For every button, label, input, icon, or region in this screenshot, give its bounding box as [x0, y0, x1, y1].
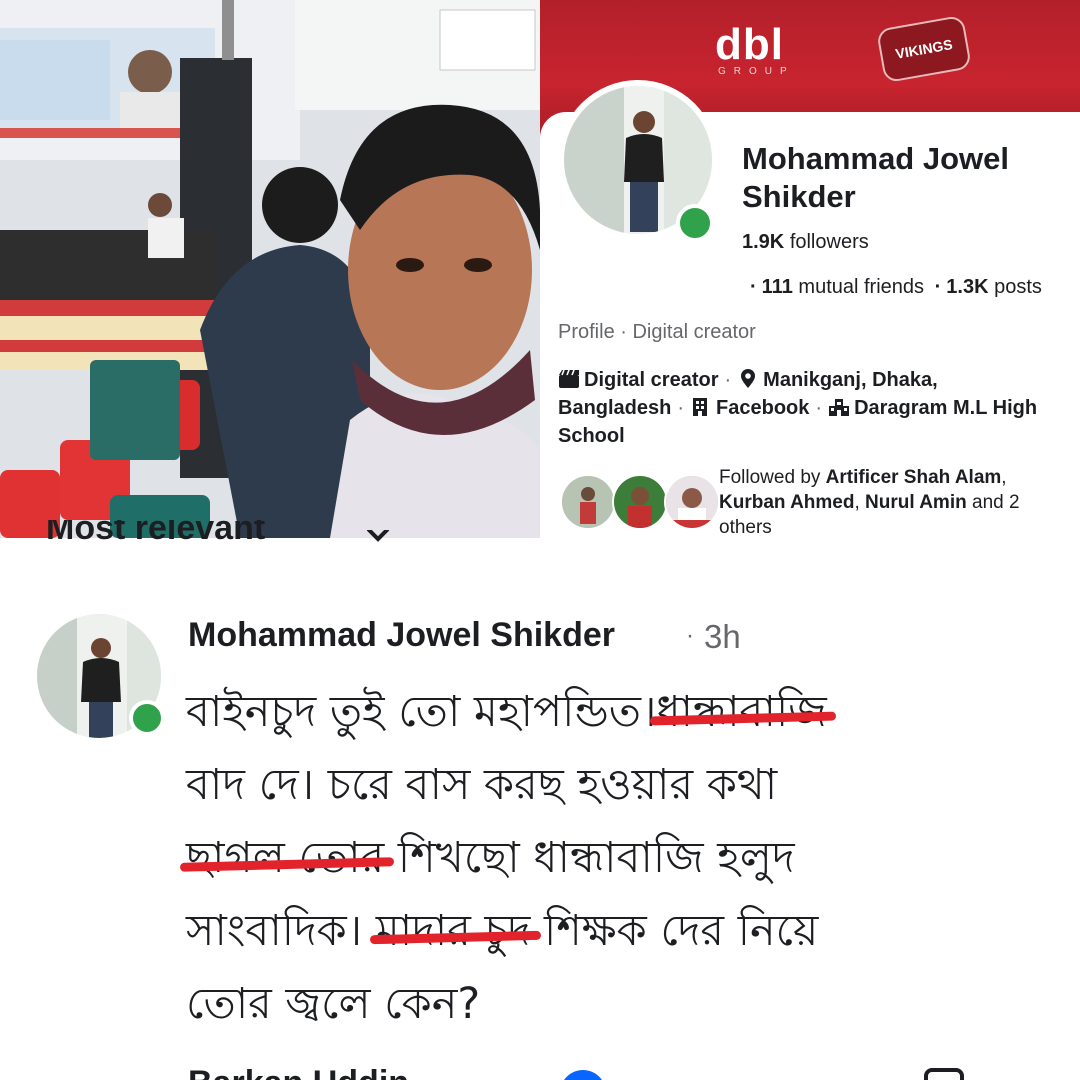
comment-text: বাইনচুদ তুই তো মহাপন্ডিত।ধান্ধাবাজি বাদ … [186, 676, 986, 1041]
mutual-avatar-3 [664, 474, 720, 530]
mutual-avatar-1 [560, 474, 616, 530]
comment-text-segment: বাইনচুদ তুই তো মহাপন্ডিত। [186, 687, 657, 737]
next-comment-peek: Barkan Uddin [188, 1062, 968, 1080]
profile-stats: · 111 mutual friends · 1.3K posts [750, 276, 1042, 298]
followed-by-text[interactable]: Followed by Artificer Shah Alam, Kurban … [719, 465, 1074, 540]
followers-count[interactable]: 1.9K followers [742, 231, 869, 254]
profile-type: Profile · Digital creator [558, 321, 756, 343]
comment-text-segment: বাদ দে। চরে বাস করছ হওয়ার কথা [186, 760, 778, 810]
chevron-down-icon[interactable] [366, 530, 390, 550]
more-icon[interactable] [924, 1068, 964, 1080]
workplace-icon [693, 398, 708, 416]
mutual-avatar-2 [612, 474, 668, 530]
comment-line-2: বাদ দে। চরে বাস করছ হওয়ার কথা [186, 749, 986, 822]
followed-by-name-1[interactable]: Artificer Shah Alam [826, 467, 1002, 488]
profile-details: Digital creator · Manikganj, Dhaka, Bangl… [558, 369, 1038, 447]
comment-online-indicator [129, 700, 165, 736]
comment-timestamp[interactable]: · 3h [686, 618, 741, 656]
followers-label: followers [789, 231, 869, 253]
censored-word: মাদার চুদ [376, 895, 531, 968]
profile-online-indicator [676, 204, 714, 242]
next-comment-author[interactable]: Barkan Uddin [188, 1064, 409, 1080]
posts-label[interactable]: posts [994, 276, 1042, 298]
comment-sort-dropdown[interactable]: Most relevant [46, 520, 265, 558]
followed-by-name-3[interactable]: Nurul Amin [865, 492, 967, 513]
cover-team-badge: VIKINGS [875, 14, 973, 84]
comment-text-segment: সাংবাদিক। [186, 906, 376, 956]
comment-line-5: তোর জ্বলে কেন? [186, 968, 986, 1041]
comment-text-segment: শিখছো ধান্ধাবাজি হলুদ [384, 833, 795, 883]
comment-text-segment: শিক্ষক দের নিয়ে [530, 906, 819, 956]
school-icon [829, 399, 850, 416]
followers-number: 1.9K [742, 231, 785, 253]
clapperboard-icon [559, 369, 579, 388]
detail-work[interactable]: Facebook [716, 397, 809, 419]
comment-time-value: 3h [704, 618, 741, 655]
detail-category: Digital creator [584, 369, 719, 391]
profile-name[interactable]: Mohammad Jowel Shikder [742, 140, 1072, 216]
profile-preview-card[interactable]: dbl GROUP VIKINGS Mohammad Jowel Shikder… [540, 0, 1080, 540]
mutual-friends-label[interactable]: mutual friends [798, 276, 924, 298]
comment-line-4: সাংবাদিক। মাদার চুদ শিক্ষক দের নিয়ে [186, 895, 986, 968]
comment-line-1: বাইনচুদ তুই তো মহাপন্ডিত।ধান্ধাবাজি [186, 676, 986, 749]
event-photo [0, 0, 540, 538]
comment-line-3: ছাগল তোর শিখছো ধান্ধাবাজি হলুদ [186, 822, 986, 895]
verified-badge-icon [560, 1070, 606, 1080]
event-photo-illustration [0, 0, 540, 538]
cover-logo-subtext: GROUP [718, 66, 795, 77]
comment-author-name[interactable]: Mohammad Jowel Shikder [188, 616, 615, 655]
mutual-friends-number: 111 [761, 276, 793, 298]
comment-sort-label: Most relevant [46, 520, 266, 547]
followed-by-name-2[interactable]: Kurban Ahmed [719, 492, 854, 513]
cover-logo: dbl [715, 20, 784, 69]
censored-word: ছাগল তোর [186, 822, 384, 895]
censored-word: ধান্ধাবাজি [656, 676, 826, 749]
followed-by-prefix: Followed by [719, 467, 821, 488]
mutual-friend-avatars[interactable] [560, 474, 720, 530]
location-pin-icon [741, 369, 756, 388]
posts-number: 1.3K [946, 276, 989, 298]
comment-text-segment: তোর জ্বলে কেন? [186, 979, 481, 1029]
